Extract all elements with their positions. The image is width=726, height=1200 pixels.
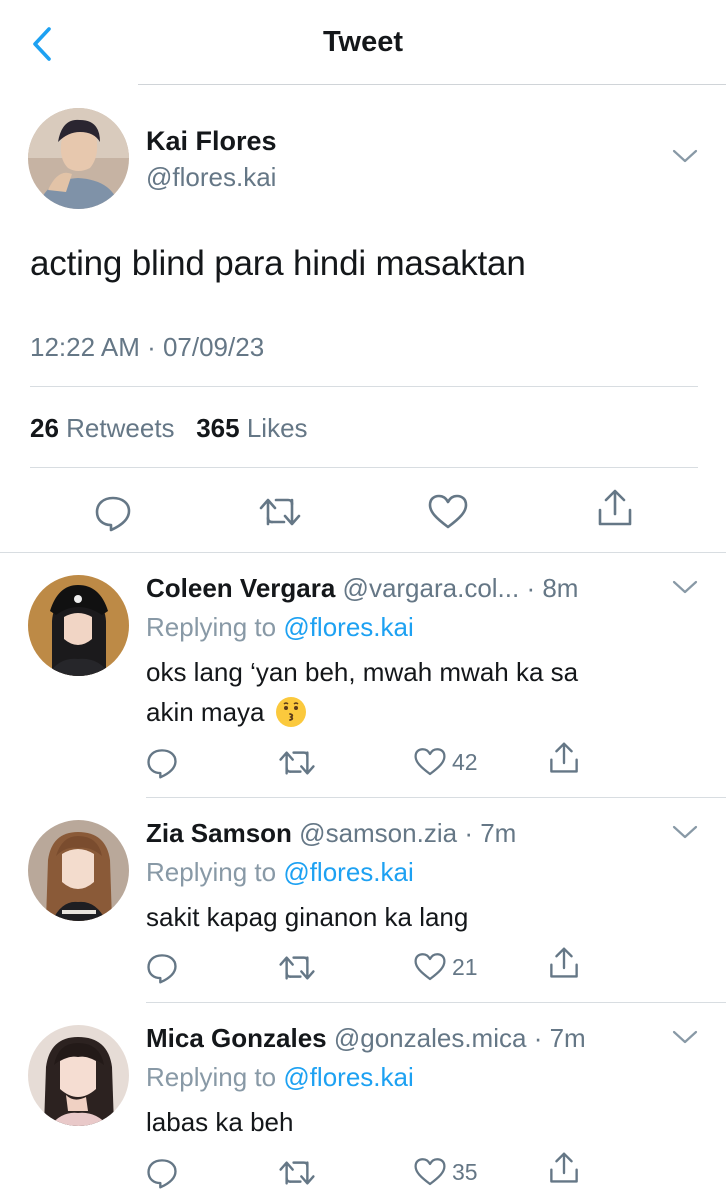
chevron-down-icon — [672, 825, 698, 839]
replying-prefix: Replying to — [146, 1062, 277, 1092]
reply-actions: 21 — [0, 947, 726, 990]
avatar[interactable] — [28, 108, 129, 209]
chevron-down-icon — [672, 580, 698, 594]
nav-bar: Tweet — [0, 0, 726, 86]
author-handle[interactable]: @flores.kai — [146, 162, 276, 193]
heart-icon — [414, 953, 446, 981]
replying-to: Replying to @flores.kai — [146, 612, 414, 643]
kissing-face-emoji-icon — [275, 696, 307, 728]
reply-text: sakit kapag ginanon ka lang — [146, 902, 469, 932]
likes-count: 365 — [196, 413, 240, 443]
reply-time: · 7m — [464, 818, 517, 848]
reply-button[interactable] — [146, 747, 178, 779]
tweet-text: acting blind para hindi masaktan — [30, 244, 526, 283]
retweet-icon — [279, 751, 315, 775]
retweets-count: 26 — [30, 413, 59, 443]
replying-to: Replying to @flores.kai — [146, 857, 414, 888]
avatar[interactable] — [28, 575, 129, 676]
retweet-button[interactable] — [278, 749, 316, 777]
chevron-down-icon — [672, 1030, 698, 1044]
share-button[interactable] — [548, 1151, 580, 1185]
divider — [30, 386, 698, 387]
like-count: 35 — [452, 1158, 478, 1185]
likes-stat[interactable]: 365 Likes — [196, 413, 307, 443]
reply-author-name[interactable]: Zia Samson — [146, 818, 292, 848]
like-button[interactable]: 35 — [414, 1157, 478, 1187]
like-button[interactable] — [428, 494, 468, 530]
reply-header: Mica Gonzales @gonzales.mica · 7m — [146, 1023, 666, 1054]
retweet-button[interactable] — [278, 1159, 316, 1187]
mention-link[interactable]: @flores.kai — [283, 612, 413, 642]
reply-author-handle[interactable]: @gonzales.mica — [334, 1023, 527, 1053]
reply-actions: 35 — [0, 1152, 726, 1195]
main-tweet: Kai Flores @flores.kai acting blind para… — [0, 86, 726, 553]
retweet-button[interactable] — [258, 496, 302, 528]
replying-prefix: Replying to — [146, 612, 277, 642]
heart-icon — [414, 748, 446, 776]
like-button[interactable]: 21 — [414, 952, 478, 982]
like-button[interactable]: 42 — [414, 747, 478, 777]
likes-label: Likes — [246, 413, 308, 443]
tweet-actions — [0, 488, 726, 536]
reply-button[interactable] — [146, 1157, 178, 1189]
more-options-button[interactable] — [672, 1029, 698, 1045]
retweet-icon — [279, 1161, 315, 1185]
heart-icon — [414, 1158, 446, 1186]
retweets-label: Retweets — [66, 413, 175, 443]
reply-button[interactable] — [146, 952, 178, 984]
reply-icon — [147, 749, 177, 779]
reply-text: labas ka beh — [146, 1107, 294, 1137]
reply-author-handle[interactable]: @vargara.col... — [343, 573, 520, 603]
retweet-button[interactable] — [278, 954, 316, 982]
reply-item[interactable]: Zia Samson @samson.zia · 7m Replying to … — [0, 798, 726, 1003]
author-name[interactable]: Kai Flores — [146, 126, 277, 157]
reply-author-handle[interactable]: @samson.zia — [299, 818, 457, 848]
reply-icon — [147, 954, 177, 984]
like-count: 42 — [452, 748, 478, 775]
share-button[interactable] — [596, 488, 634, 528]
divider — [138, 84, 726, 85]
like-count: 21 — [452, 953, 478, 980]
replying-prefix: Replying to — [146, 857, 277, 887]
avatar[interactable] — [28, 1025, 129, 1126]
share-button[interactable] — [548, 741, 580, 775]
retweet-icon — [259, 498, 301, 526]
retweet-icon — [279, 956, 315, 980]
share-button[interactable] — [548, 946, 580, 980]
replying-to: Replying to @flores.kai — [146, 1062, 414, 1093]
reply-time: · 8m — [526, 573, 579, 603]
chevron-down-icon — [672, 149, 698, 163]
reply-text-line: akin maya — [146, 697, 265, 727]
reply-icon — [147, 1159, 177, 1189]
reply-item[interactable]: Mica Gonzales @gonzales.mica · 7m Replyi… — [0, 1003, 726, 1200]
reply-author-name[interactable]: Coleen Vergara — [146, 573, 335, 603]
share-icon — [598, 489, 632, 526]
tweet-stats: 26 Retweets 365 Likes — [30, 413, 308, 444]
reply-header: Coleen Vergara @vargara.col... · 8m — [146, 573, 666, 604]
reply-time: · 7m — [533, 1023, 586, 1053]
reply-icon — [95, 496, 131, 532]
mention-link[interactable]: @flores.kai — [283, 857, 413, 887]
avatar[interactable] — [28, 820, 129, 921]
reply-author-name[interactable]: Mica Gonzales — [146, 1023, 327, 1053]
heart-icon — [428, 494, 468, 529]
divider — [30, 467, 698, 468]
reply-text-line: oks lang ‘yan beh, mwah mwah ka sa — [146, 657, 579, 687]
reply-text: oks lang ‘yan beh, mwah mwah ka sa akin … — [146, 652, 686, 732]
reply-item[interactable]: Coleen Vergara @vargara.col... · 8m Repl… — [0, 553, 726, 798]
share-icon — [550, 947, 578, 978]
more-options-button[interactable] — [672, 579, 698, 595]
reply-button[interactable] — [94, 494, 132, 532]
share-icon — [550, 1152, 578, 1183]
tweet-timestamp: 12:22 AM · 07/09/23 — [30, 332, 265, 362]
share-icon — [550, 742, 578, 773]
more-options-button[interactable] — [672, 824, 698, 840]
page-title: Tweet — [322, 26, 404, 58]
reply-header: Zia Samson @samson.zia · 7m — [146, 818, 666, 849]
reply-actions: 42 — [0, 742, 726, 785]
more-options-button[interactable] — [672, 148, 698, 164]
retweet-stat[interactable]: 26 Retweets — [30, 413, 175, 443]
reply-text-line: akin maya — [146, 692, 686, 732]
mention-link[interactable]: @flores.kai — [283, 1062, 413, 1092]
